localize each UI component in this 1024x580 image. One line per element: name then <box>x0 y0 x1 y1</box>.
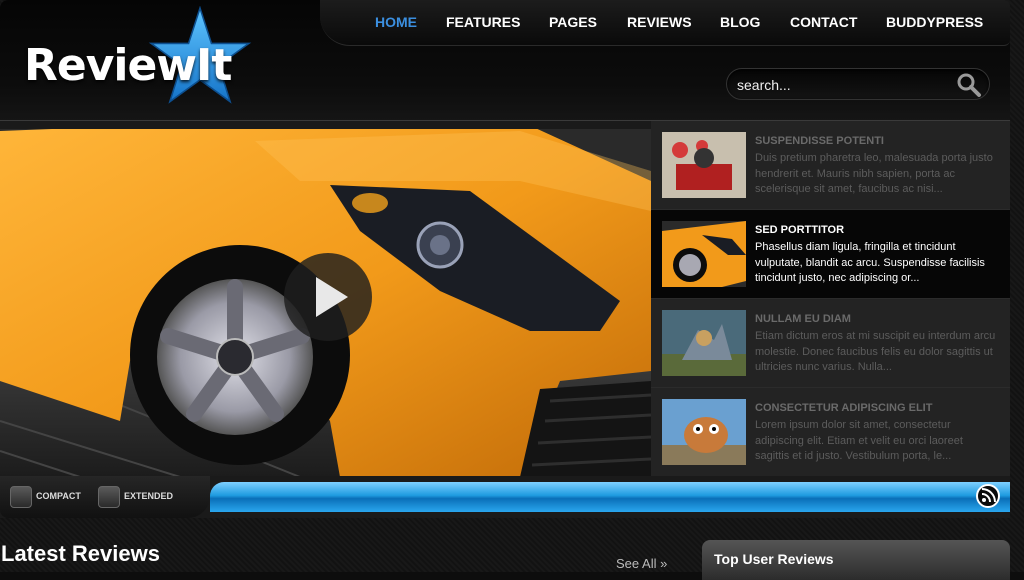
top-user-reviews-widget: Top User Reviews <box>702 540 1010 580</box>
slider-item-description: Duis pretium pharetra leo, malesuada por… <box>755 152 993 195</box>
see-all-link[interactable]: See All » <box>616 556 667 571</box>
compact-label: COMPACT <box>36 491 81 501</box>
thumbnail-image <box>662 132 746 198</box>
slider-item[interactable]: CONSECTETUR ADIPISCING ELIT Lorem ipsum … <box>651 388 1010 477</box>
grid-icon <box>10 486 32 508</box>
slider-controls: COMPACT EXTENDED <box>0 476 1010 518</box>
search-icon[interactable] <box>955 72 983 98</box>
latest-reviews-heading: Latest Reviews <box>1 541 160 566</box>
logo[interactable]: ReviewIt <box>20 6 260 110</box>
search-input[interactable] <box>737 75 947 95</box>
logo-text: ReviewIt <box>24 40 232 91</box>
thumbnail-image <box>662 399 746 465</box>
nav-item-pages[interactable]: PAGES <box>549 14 597 30</box>
top-user-reviews-title: Top User Reviews <box>714 551 834 567</box>
nav-item-buddypress[interactable]: BUDDYPRESS <box>886 14 983 30</box>
search-box <box>726 68 990 100</box>
rss-icon[interactable] <box>976 484 1000 508</box>
featured-slider: SUSPENDISSE POTENTI Duis pretium pharetr… <box>0 120 1010 477</box>
slider-item[interactable]: SUSPENDISSE POTENTI Duis pretium pharetr… <box>651 121 1010 210</box>
slider-progress-bar <box>210 482 1010 512</box>
slider-item[interactable]: NULLAM EU DIAM Etiam dictum eros at mi s… <box>651 299 1010 388</box>
list-icon <box>98 486 120 508</box>
nav-item-contact[interactable]: CONTACT <box>790 14 857 30</box>
thumbnail-image <box>662 310 746 376</box>
slider-thumbnails: SUSPENDISSE POTENTI Duis pretium pharetr… <box>651 121 1010 477</box>
slider-item-title: SUSPENDISSE POTENTI <box>755 135 884 147</box>
play-button[interactable] <box>284 253 372 341</box>
thumbnail-image <box>662 221 746 287</box>
slider-item-title: SED PORTTITOR <box>755 224 845 236</box>
site-header: ReviewIt HOME FEATURES PAGES REVIEWS BLO… <box>0 0 1010 120</box>
slider-item-description: Lorem ipsum dolor sit amet, consectetur … <box>755 419 963 462</box>
slider-item-active[interactable]: SED PORTTITOR Phasellus diam ligula, fri… <box>651 210 1010 299</box>
nav-item-reviews[interactable]: REVIEWS <box>627 14 692 30</box>
slider-item-description: Etiam dictum eros at mi suscipit eu inte… <box>755 330 996 373</box>
nav-item-blog[interactable]: BLOG <box>720 14 760 30</box>
slider-item-title: NULLAM EU DIAM <box>755 313 851 325</box>
main-nav: HOME FEATURES PAGES REVIEWS BLOG CONTACT… <box>320 0 1010 46</box>
nav-item-features[interactable]: FEATURES <box>446 14 520 30</box>
slider-item-title: CONSECTETUR ADIPISCING ELIT <box>755 402 933 414</box>
slider-item-description: Phasellus diam ligula, fringilla et tinc… <box>755 241 985 284</box>
nav-item-home[interactable]: HOME <box>375 14 417 30</box>
view-toggle: COMPACT EXTENDED <box>0 476 210 518</box>
hero-image[interactable] <box>0 121 651 477</box>
extended-label: EXTENDED <box>124 491 174 501</box>
